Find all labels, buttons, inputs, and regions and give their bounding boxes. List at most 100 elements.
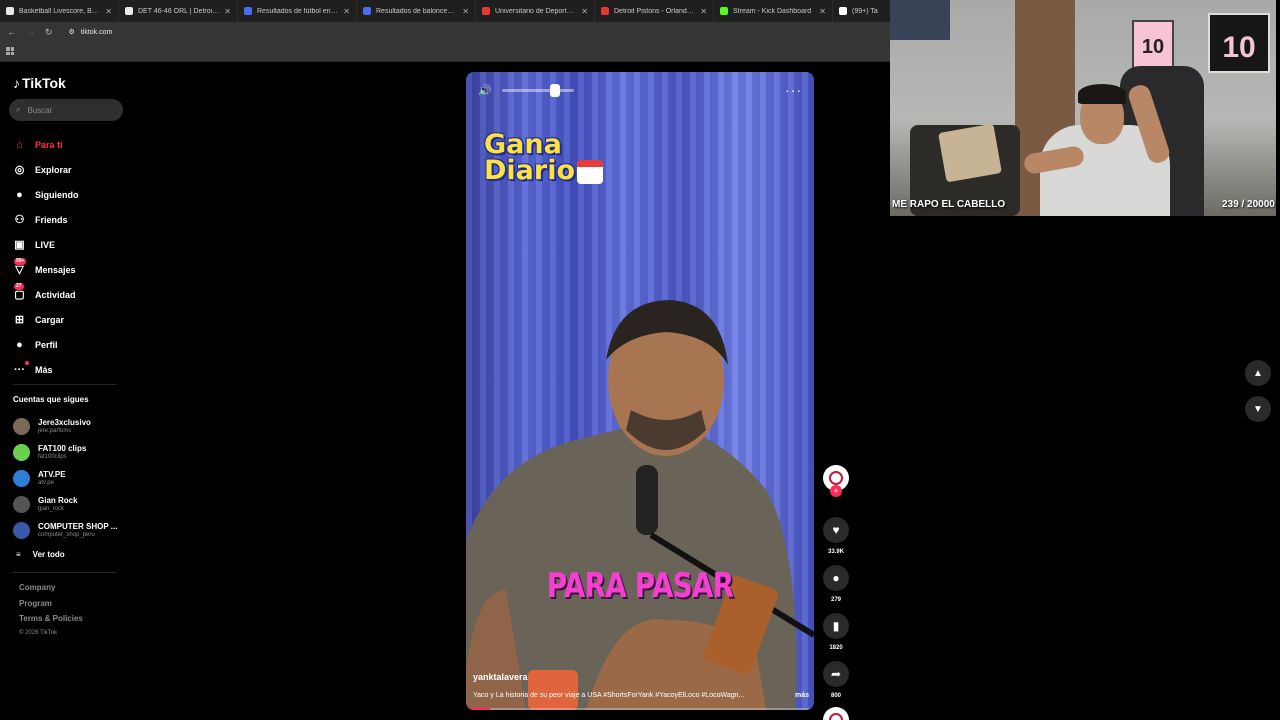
- nav-item-upload[interactable]: ⊞ Cargar: [12, 307, 79, 332]
- list-item[interactable]: Jere3xclusivo jere.parfums: [13, 413, 117, 439]
- footer-links: Company Program Terms & Policies © 2026 …: [19, 583, 83, 645]
- forward-icon[interactable]: →: [26, 27, 35, 37]
- video-player[interactable]: 🔊 ··· Gana Diario PARA PASAR yanktalaver…: [466, 72, 814, 710]
- footer-link-company[interactable]: Company: [19, 583, 83, 599]
- tab-close-icon[interactable]: ✕: [581, 7, 588, 16]
- browser-tab[interactable]: Stream - Kick Dashboard ✕: [714, 0, 833, 22]
- friends-icon: ⚇: [14, 214, 25, 226]
- browser-tab[interactable]: Detroit Pistons - Orlando Magi ✕: [595, 0, 714, 22]
- footer-link-program[interactable]: Program: [19, 599, 83, 615]
- tab-close-icon[interactable]: ✕: [343, 7, 350, 16]
- list-item[interactable]: ATV.PE atv.pe: [13, 465, 117, 491]
- browser-tab[interactable]: (99+) Ta✕: [833, 0, 890, 22]
- nav-item-home[interactable]: ⌂ Para ti: [12, 132, 79, 157]
- browser-tab[interactable]: Resultados de fútbol en directo ✕: [238, 0, 357, 22]
- nav-item-compass[interactable]: ◎ Explorar: [12, 157, 79, 182]
- cam-person-hair: [1078, 84, 1126, 104]
- webcam-counter: 239 / 20000: [1222, 199, 1275, 210]
- next-video-button[interactable]: ▼: [1245, 396, 1271, 422]
- site-info-icon[interactable]: ⚙: [69, 28, 75, 36]
- list-item[interactable]: Gian Rock gian_rock: [13, 491, 117, 517]
- back-icon[interactable]: ←: [7, 27, 16, 37]
- avatar: [13, 417, 30, 435]
- share-icon[interactable]: ➦: [823, 661, 849, 687]
- logo-text: TikTok: [22, 75, 66, 91]
- video-description-text: Yaco y La historia de su peor viaje a US…: [473, 692, 745, 699]
- heart-icon[interactable]: ♥: [823, 517, 849, 543]
- comment-action[interactable]: ● 279: [822, 565, 850, 609]
- tab-title: Stream - Kick Dashboard: [733, 7, 812, 15]
- previous-video-button[interactable]: ▲: [1245, 360, 1271, 386]
- tab-favicon-icon: [482, 7, 490, 15]
- browser-tab[interactable]: Basketball Livescore, Basketball ✕: [0, 0, 119, 22]
- url-field[interactable]: ⚙ tiktok.com: [69, 28, 113, 37]
- apps-icon[interactable]: [6, 47, 14, 55]
- list-item[interactable]: COMPUTER SHOP ... computer_shop_peru: [13, 517, 117, 543]
- list-item[interactable]: FAT100 clips fat100clips: [13, 439, 117, 465]
- overlay-title-line2: Diario: [484, 155, 576, 186]
- tab-favicon-icon: [720, 7, 728, 15]
- search-icon: ⌕: [16, 105, 21, 114]
- nav-item-more[interactable]: ··· Más: [12, 357, 79, 382]
- nav-label: Actividad: [35, 289, 76, 300]
- tab-close-icon[interactable]: ✕: [700, 7, 707, 16]
- following-title: Cuentas que sigues: [13, 395, 89, 404]
- list-icon: ≡: [16, 549, 21, 559]
- nav-item-activity[interactable]: ▢ 27 Actividad: [12, 282, 79, 307]
- account-handle: gian_rock: [38, 506, 65, 512]
- nav-item-friends[interactable]: ⚇ Friends: [12, 207, 79, 232]
- reload-icon[interactable]: ↻: [45, 27, 53, 38]
- volume-slider[interactable]: [501, 84, 574, 97]
- footer-link-terms[interactable]: Terms & Policies: [19, 614, 83, 630]
- nav-label: Explorar: [35, 164, 72, 175]
- sound-disc[interactable]: [822, 707, 850, 720]
- volume-control[interactable]: 🔊: [478, 84, 574, 97]
- like-action[interactable]: ♥ 33.9K: [822, 517, 850, 561]
- author-avatar-image[interactable]: +: [823, 465, 849, 497]
- nav-label: LIVE: [35, 239, 56, 250]
- comment-icon[interactable]: ●: [823, 565, 849, 591]
- compass-icon: ◎: [14, 164, 25, 176]
- following-icon: ●: [16, 188, 23, 201]
- nav-label: Para ti: [35, 139, 63, 150]
- tab-close-icon[interactable]: ✕: [105, 7, 112, 16]
- volume-thumb[interactable]: [549, 84, 560, 97]
- music-disc-icon[interactable]: [823, 707, 849, 720]
- browser-tab[interactable]: DET 46-46 ORL | Detroit Piston ✕: [119, 0, 238, 22]
- volume-icon[interactable]: 🔊: [478, 84, 492, 97]
- nav-item-profile[interactable]: ● Perfil: [12, 332, 79, 357]
- tab-close-icon[interactable]: ✕: [819, 7, 826, 16]
- calendar-icon: [577, 159, 604, 184]
- bookmark-icon[interactable]: ▮: [823, 613, 849, 639]
- share-count: 800: [830, 693, 841, 699]
- tab-close-icon[interactable]: ✕: [224, 7, 231, 16]
- follow-plus-icon[interactable]: +: [830, 485, 842, 497]
- tab-close-icon[interactable]: ✕: [462, 7, 469, 16]
- tiktok-logo[interactable]: ♪ TikTok: [13, 75, 66, 91]
- copyright: © 2026 TikTok: [19, 629, 58, 636]
- video-more-options-icon[interactable]: ···: [785, 82, 802, 98]
- tab-title: Basketball Livescore, Basketball: [19, 7, 100, 15]
- save-action[interactable]: ▮ 1820: [822, 613, 850, 657]
- share-action[interactable]: ➦ 800: [822, 661, 850, 705]
- search-input[interactable]: ⌕ Buscar: [9, 99, 123, 121]
- account-handle: atv.pe: [38, 480, 54, 486]
- account-name: FAT100 clips: [38, 444, 87, 453]
- see-all-link[interactable]: ≡ Ver todo: [13, 543, 117, 565]
- tab-title: Resultados de fútbol en directo: [257, 7, 338, 15]
- browser-tab[interactable]: Universitario de Deportes - Dep ✕: [476, 0, 595, 22]
- video-progress-bar[interactable]: [466, 708, 814, 710]
- nav-item-live[interactable]: ▣ LIVE: [12, 232, 79, 257]
- browser-tab[interactable]: Resultados de baloncesto en di ✕: [357, 0, 476, 22]
- framed-jersey-right: 10: [1208, 13, 1270, 73]
- tab-favicon-icon: [6, 7, 14, 15]
- video-person-image: [466, 300, 814, 710]
- nav-item-messages[interactable]: ▽ 99+ Mensajes: [12, 257, 79, 282]
- nav-item-following[interactable]: ● Siguiendo: [12, 182, 78, 207]
- author-avatar[interactable]: +: [822, 465, 850, 517]
- nav-label: Cargar: [35, 314, 65, 325]
- video-username[interactable]: yanktalavera: [473, 672, 528, 682]
- more-link[interactable]: más: [795, 692, 809, 699]
- webcam-caption: ME RAPO EL CABELLO: [892, 199, 1006, 210]
- tab-favicon-icon: [244, 7, 252, 15]
